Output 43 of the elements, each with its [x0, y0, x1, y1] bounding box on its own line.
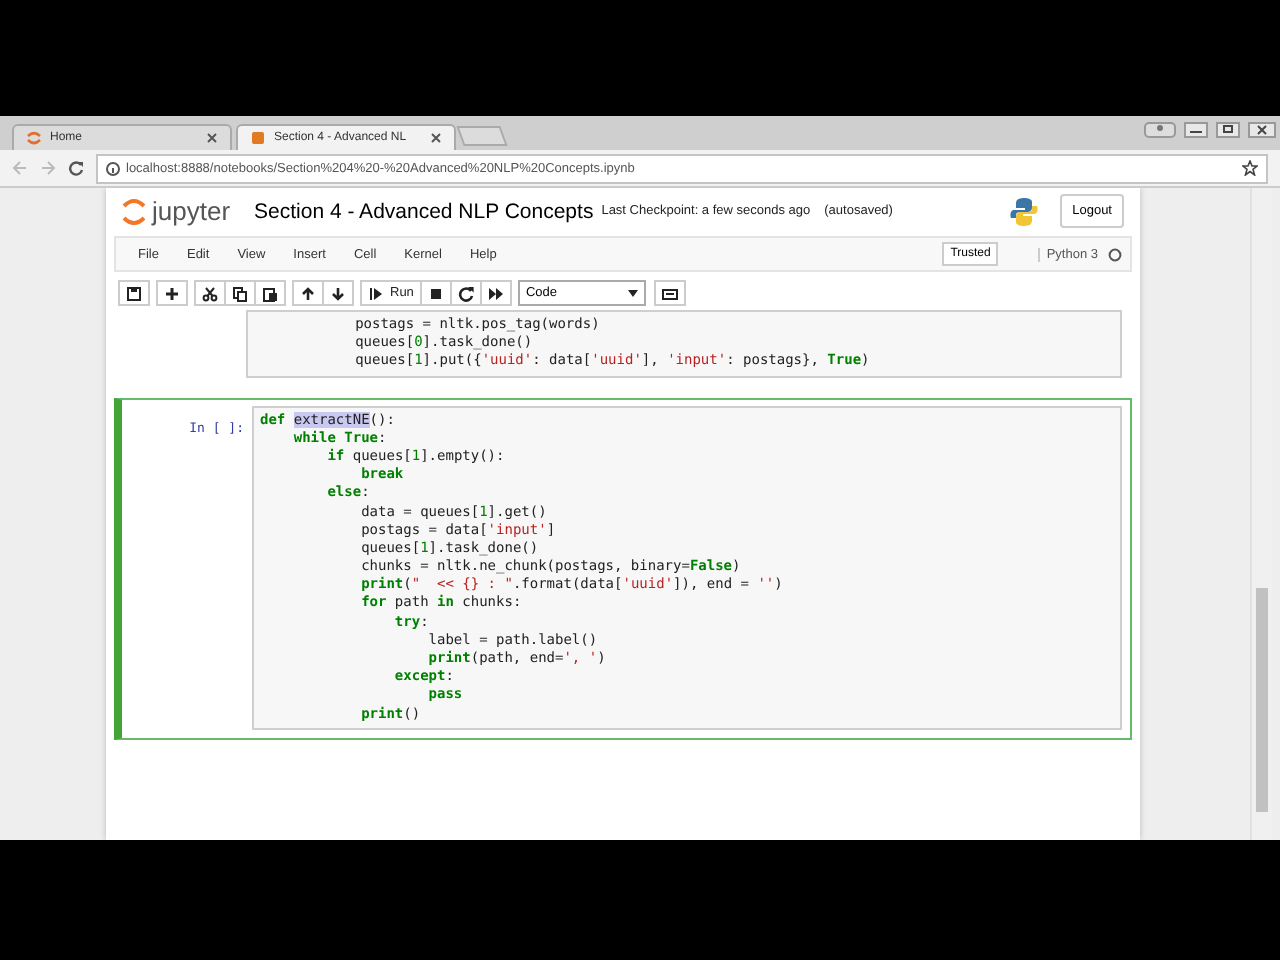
restart-button[interactable]: [449, 280, 482, 306]
move-down-icon: [330, 285, 346, 301]
logo-text: jupyter: [152, 196, 231, 226]
add-cell-button[interactable]: [156, 280, 188, 306]
stop-icon: [427, 285, 444, 301]
copy-button[interactable]: [224, 280, 256, 306]
notebook-title[interactable]: Section 4 - Advanced NLP Concepts: [254, 199, 594, 223]
fast-forward-button[interactable]: [479, 280, 512, 306]
close-icon[interactable]: [1248, 122, 1276, 138]
stop-button[interactable]: [419, 280, 452, 306]
scrollbar[interactable]: [1250, 188, 1272, 840]
paste-icon: [262, 285, 278, 301]
close-icon[interactable]: [206, 132, 218, 144]
caret-icon: [627, 289, 638, 297]
move-up-button[interactable]: [292, 280, 324, 306]
reload-icon[interactable]: [68, 160, 84, 176]
move-up-icon: [300, 285, 316, 301]
run-icon: [368, 285, 384, 301]
minimize-icon[interactable]: [1184, 122, 1208, 138]
fast-forward-icon: [487, 285, 504, 301]
save-icon: [126, 285, 142, 301]
keyboard-icon: [661, 285, 678, 301]
restore-icon[interactable]: [1216, 122, 1240, 138]
kernel-idle-icon: [1108, 247, 1122, 261]
cut-icon: [202, 285, 218, 301]
paste-button[interactable]: [254, 280, 286, 306]
close-icon[interactable]: [430, 132, 442, 144]
restart-icon: [457, 285, 474, 301]
star-icon[interactable]: [1242, 160, 1258, 176]
keyboard-button[interactable]: [653, 280, 686, 306]
cut-button[interactable]: [194, 280, 226, 306]
python-logo-icon: [1008, 195, 1041, 227]
page-icon: [250, 130, 266, 146]
code-editor[interactable]: [252, 405, 1122, 730]
move-down-button[interactable]: [322, 280, 354, 306]
code-cell[interactable]: [114, 397, 1132, 740]
jupyter-icon: [26, 130, 42, 146]
copy-icon: [232, 285, 248, 301]
jupyter-logo-icon: [122, 197, 146, 225]
save-button[interactable]: [118, 280, 150, 306]
add-cell-icon: [164, 285, 180, 301]
info-icon: [106, 161, 120, 175]
scrollbar-thumb[interactable]: [1256, 588, 1268, 812]
